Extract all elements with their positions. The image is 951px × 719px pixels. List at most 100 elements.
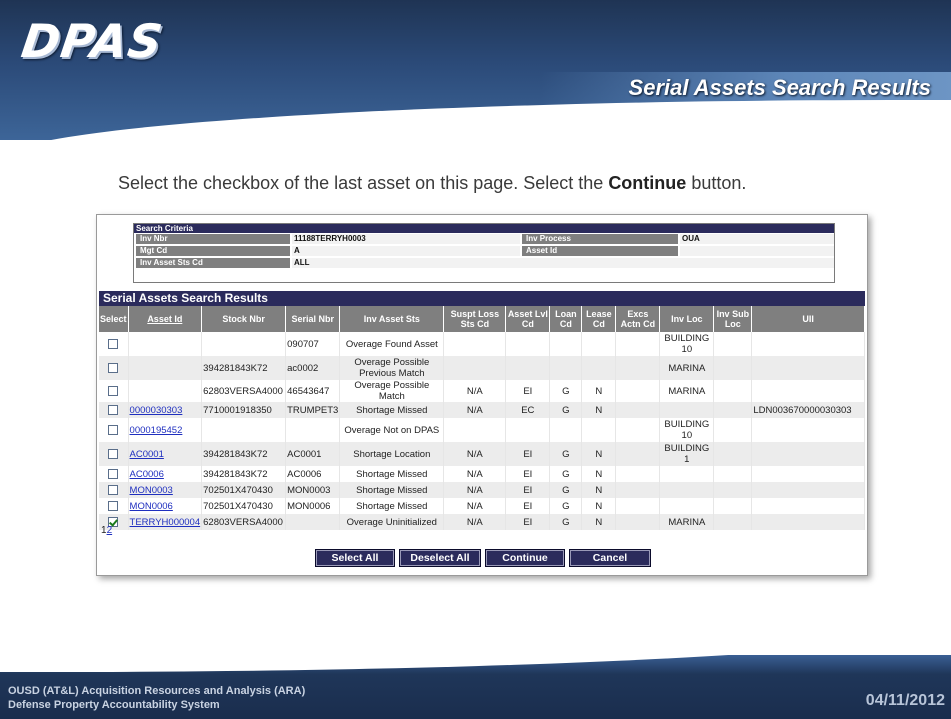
asset-id-cell: MON0006 [128,498,203,514]
loan-cell: G [549,482,583,498]
inv-loc-cell [659,482,715,498]
asset-lvl-cell [505,332,551,356]
uii-cell [751,418,865,442]
asset-lvl-cell: EI [505,466,551,482]
suspt-loss-cell: N/A [443,498,507,514]
instruction-continue-emphasis: Continue [608,173,687,193]
lease-cell: N [581,402,617,418]
asset-lvl-cell: EI [505,514,551,530]
col-suspt-loss: Suspt Loss Sts Cd [443,306,507,332]
loan-cell: G [549,442,583,466]
stock-nbr-cell: 394281843K72 [201,356,287,380]
asset-id-link[interactable]: 0000195452 [130,425,183,436]
serial-nbr-cell: MON0003 [285,482,341,498]
row-select-checkbox[interactable] [108,468,119,479]
asset-lvl-cell [505,356,551,380]
table-row: 62803VERSA4000 46543647 Overage Possible M… [99,380,865,402]
suspt-loss-cell [443,332,507,356]
search-criteria-heading: Search Criteria [134,224,834,233]
select-cell [99,418,129,442]
lease-cell: N [581,466,617,482]
asset-id-cell: MON0003 [128,482,203,498]
asset-id-cell: AC0001 [128,442,203,466]
col-select: Select [99,306,129,332]
suspt-loss-cell [443,418,507,442]
inv-loc-cell [659,402,715,418]
page-2-link[interactable]: 2 [107,525,113,536]
inv-asset-sts-cell: Overage Uninitialized [339,514,445,530]
inv-sub-loc-cell [713,380,753,402]
instruction-text: Select the checkbox of the last asset on… [118,173,747,193]
stock-nbr-cell: 702501X470430 [201,482,287,498]
app-window: Search Criteria Inv Nbr 11188TERRYH0003 … [96,214,868,576]
row-select-checkbox[interactable] [108,385,119,396]
asset-id-label: Asset Id [522,246,678,256]
slide-title: Serial Assets Search Results [628,75,931,100]
asset-id-value [680,246,834,256]
loan-cell: G [549,402,583,418]
table-row: MON0003 702501X470430 MON0003 Shortage Miss… [99,482,865,498]
row-select-checkbox[interactable] [108,500,119,511]
footer-org: OUSD (AT&L) Acquisition Resources and An… [8,684,305,712]
asset-id-link[interactable]: TERRYH000004 [130,517,201,528]
row-select-checkbox[interactable] [108,448,119,459]
row-select-checkbox[interactable] [108,404,119,415]
suspt-loss-cell: N/A [443,442,507,466]
inv-sub-loc-cell [713,498,753,514]
row-select-checkbox[interactable] [108,362,119,373]
asset-id-cell: AC0006 [128,466,203,482]
select-cell [99,442,129,466]
deselect-all-button[interactable]: Deselect All [399,549,481,567]
asset-id-link[interactable]: MON0006 [130,501,173,512]
col-asset-id[interactable]: Asset Id [128,306,203,332]
row-select-checkbox[interactable] [108,338,119,349]
loan-cell: G [549,466,583,482]
excs-actn-cell [615,356,661,380]
inv-sub-loc-cell [713,332,753,356]
lease-cell [581,356,617,380]
asset-id-link[interactable]: 0000030303 [130,405,183,416]
row-select-checkbox[interactable] [108,424,119,435]
serial-nbr-cell: 46543647 [285,380,341,402]
col-inv-loc: Inv Loc [659,306,715,332]
inv-process-value: OUA [680,234,834,244]
inv-loc-cell [659,498,715,514]
lease-cell: N [581,498,617,514]
row-select-checkbox[interactable] [108,484,119,495]
col-stock-nbr: Stock Nbr [201,306,287,332]
asset-id-link[interactable]: AC0006 [130,469,164,480]
continue-button[interactable]: Continue [485,549,565,567]
inv-loc-cell [659,466,715,482]
asset-id-link[interactable]: AC0001 [130,449,164,460]
cancel-button[interactable]: Cancel [569,549,651,567]
table-row: 0000030303 7710001918350 TRUMPET3 Shortage … [99,402,865,418]
uii-cell [751,442,865,466]
suspt-loss-cell: N/A [443,482,507,498]
excs-actn-cell [615,498,661,514]
stock-nbr-cell: 62803VERSA4000 [201,380,287,402]
suspt-loss-cell [443,356,507,380]
col-serial-nbr: Serial Nbr [285,306,341,332]
excs-actn-cell [615,402,661,418]
col-loan: Loan Cd [549,306,583,332]
footer-line-1: OUSD (AT&L) Acquisition Resources and An… [8,685,306,697]
lease-cell: N [581,442,617,466]
asset-id-link[interactable]: MON0003 [130,485,173,496]
uii-cell [751,332,865,356]
stock-nbr-cell: 702501X470430 [201,498,287,514]
inv-asset-sts-cell: Shortage Missed [339,466,445,482]
inv-loc-cell: BUILDING 10 [659,332,715,356]
inv-asset-sts-cell: Shortage Missed [339,482,445,498]
select-all-button[interactable]: Select All [315,549,395,567]
uii-cell: LDN003670000030303 [751,402,865,418]
inv-asset-sts-cell: Shortage Missed [339,402,445,418]
mgt-cd-label: Mgt Cd [136,246,290,256]
table-row: 0000195452 Overage Not on DPAS BUILDING 10 [99,418,865,442]
asset-lvl-cell: EI [505,380,551,402]
slide-date: 04/11/2012 [865,692,945,709]
table-row: MON0006 702501X470430 MON0006 Shortage Miss… [99,498,865,514]
asset-id-cell: 0000195452 [128,418,203,442]
inv-loc-cell: MARINA [659,514,715,530]
lease-cell: N [581,482,617,498]
uii-cell [751,514,865,530]
